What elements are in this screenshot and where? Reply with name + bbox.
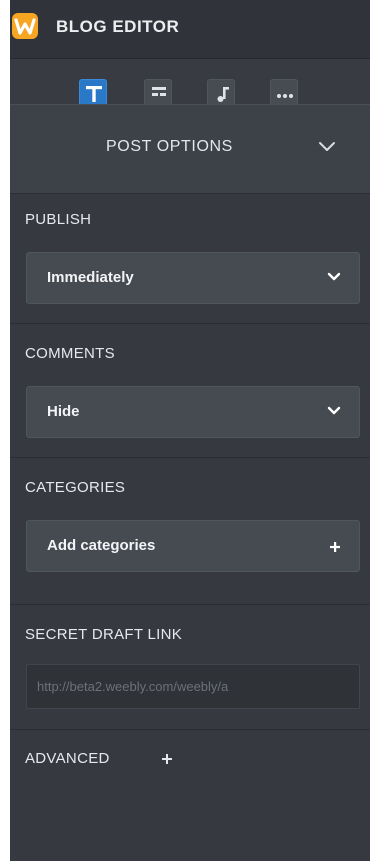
section-divider <box>10 323 370 324</box>
post-options-title: POST OPTIONS <box>106 138 233 155</box>
chevron-down-icon[interactable] <box>318 141 336 153</box>
layout-icon <box>152 87 166 96</box>
comments-value: Hide <box>47 403 80 420</box>
more-tool-button[interactable] <box>270 79 298 107</box>
categories-label: CATEGORIES <box>25 479 126 496</box>
plus-icon <box>330 542 340 552</box>
comments-dropdown[interactable]: Hide <box>26 386 360 438</box>
section-divider <box>10 457 370 458</box>
blog-editor-panel: BLOG EDITOR POST OPTIONS PUBLISH Immedia… <box>10 0 370 861</box>
app-title: BLOG EDITOR <box>56 17 180 36</box>
chevron-down-icon <box>327 272 341 281</box>
music-tool-button[interactable] <box>207 79 235 107</box>
section-divider <box>10 604 370 605</box>
secret-draft-link-field[interactable] <box>26 664 360 709</box>
plus-icon <box>162 754 172 764</box>
publish-dropdown[interactable]: Immediately <box>26 252 360 304</box>
post-options-header[interactable]: POST OPTIONS <box>10 104 370 194</box>
text-tool-button[interactable] <box>79 79 107 107</box>
publish-label: PUBLISH <box>25 211 92 228</box>
text-icon <box>86 86 102 102</box>
advanced-label: ADVANCED <box>25 750 110 767</box>
element-toolbar <box>10 59 370 107</box>
add-categories-button[interactable]: Add categories <box>26 520 360 572</box>
section-divider <box>10 729 370 730</box>
layout-tool-button[interactable] <box>144 79 172 107</box>
publish-value: Immediately <box>47 269 134 286</box>
weebly-logo-icon[interactable] <box>12 13 38 39</box>
comments-label: COMMENTS <box>25 345 115 362</box>
music-icon <box>217 87 229 102</box>
top-bar: BLOG EDITOR <box>10 0 370 59</box>
chevron-down-icon <box>327 406 341 415</box>
more-icon <box>277 94 293 98</box>
secret-draft-link-label: SECRET DRAFT LINK <box>25 626 183 643</box>
advanced-toggle[interactable]: ADVANCED <box>25 750 172 774</box>
categories-value: Add categories <box>47 537 156 554</box>
